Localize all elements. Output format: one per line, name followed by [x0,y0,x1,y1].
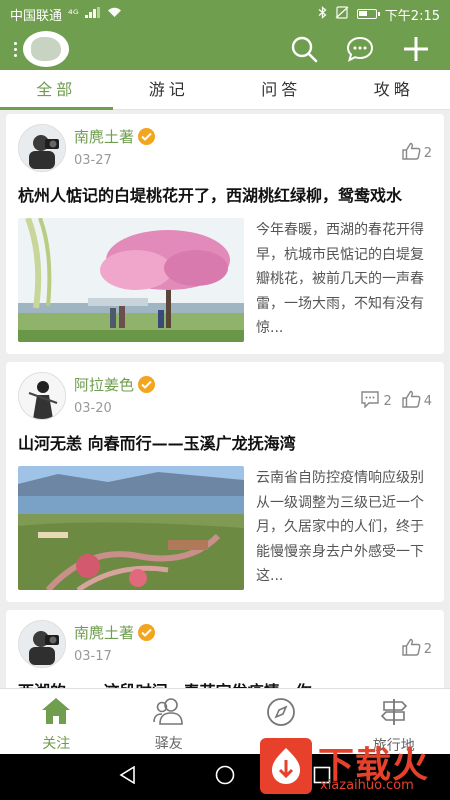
signpost-icon [379,697,409,731]
home-icon [41,697,71,729]
nav-friends[interactable]: 驿友 [113,689,226,754]
post-feed[interactable]: 南麂土著 03-27 2 杭州人惦记的白堤桃花开了，西湖桃红绿柳，鸳鸯戏水 今年… [0,110,450,688]
menu-dots-icon[interactable] [14,41,17,57]
post-date: 03-20 [74,401,112,416]
post-date: 03-17 [74,649,112,664]
watermark-url: xiazaihuo.com [320,778,414,793]
tab-all[interactable]: 全部 [0,70,113,110]
author-name[interactable]: 阿拉姜色 [74,374,134,395]
compass-icon [266,697,296,731]
nav-follow[interactable]: 关注 [0,689,113,754]
author-name[interactable]: 南麂土著 [74,622,134,643]
watermark-logo-icon [260,738,312,794]
friends-icon [152,697,185,729]
comment-icon [360,390,380,412]
post-excerpt: 今年春暖，西湖的春花开得早，杭城市民惦记的白堤复瓣桃花，被前几天的一声春雷，一场… [256,222,424,336]
tab-qa[interactable]: 问答 [225,70,338,109]
category-tabs: 全部 游记 问答 攻略 [0,70,450,110]
like-button[interactable]: 2 [402,638,432,660]
status-bar: 中国联通 ⁴ᴳ 下午2:15 [0,0,450,28]
network-type-icon: ⁴ᴳ [68,7,79,21]
app-bar [0,28,450,70]
post-date: 03-27 [74,153,112,168]
post-title[interactable]: 山河无恙 向春而行——玉溪广龙抚海湾 [18,432,432,456]
comment-count: 2 [383,393,392,409]
post-card[interactable]: 南麂土著 03-27 2 杭州人惦记的白堤桃花开了，西湖桃红绿柳，鸳鸯戏水 今年… [6,114,444,354]
author-name[interactable]: 南麂土著 [74,126,134,147]
tab-guide[interactable]: 攻略 [338,70,450,109]
tab-travelogue[interactable]: 游记 [113,70,226,109]
author-avatar[interactable] [18,124,66,172]
signal-icon [84,7,101,21]
post-thumbnail[interactable] [18,466,244,590]
home-button-icon[interactable] [215,765,235,789]
verified-icon [138,624,156,641]
author-avatar[interactable] [18,620,66,668]
back-icon[interactable] [119,765,137,788]
thumbs-up-icon [402,142,421,164]
mute-icon [335,6,349,22]
carrier-label: 中国联通 [10,8,63,24]
post-excerpt: 云南省自防控疫情响应级别从一级调整为三级已近一个月，久居家中的人们，终于能慢慢亲… [256,470,424,584]
like-count: 2 [423,145,432,161]
author-avatar[interactable] [18,372,66,420]
verified-icon [138,376,156,393]
nav-label: 驿友 [154,736,183,752]
thumbs-up-icon [402,390,421,412]
like-button[interactable]: 4 [402,390,432,412]
comment-button[interactable]: 2 [360,390,392,412]
verified-icon [138,128,156,145]
post-title[interactable]: 西湖的…… 这段时间，春花完发疫情，你 [18,680,432,688]
like-button[interactable]: 2 [402,142,432,164]
post-thumbnail[interactable] [18,218,244,342]
profile-avatar[interactable] [23,31,69,67]
battery-icon [356,9,380,19]
clock: 下午2:15 [384,8,440,24]
thumbs-up-icon [402,638,421,660]
add-post-icon[interactable] [396,29,436,69]
nav-label: 关注 [42,736,71,752]
post-title[interactable]: 杭州人惦记的白堤桃花开了，西湖桃红绿柳，鸳鸯戏水 [18,184,432,208]
watermark: 下载火 xiazaihuo.com [260,738,442,796]
wifi-icon [107,7,122,21]
bluetooth-icon [318,6,327,22]
like-count: 4 [423,393,432,409]
like-count: 2 [423,641,432,657]
post-card[interactable]: 南麂土著 03-17 2 西湖的…… 这段时间，春花完发疫情，你 [6,610,444,688]
search-icon[interactable] [284,29,324,69]
post-card[interactable]: 阿拉姜色 03-20 2 4 山河无恙 向春而行——玉溪广龙抚海湾 云南省自防控… [6,362,444,602]
chat-icon[interactable] [340,29,380,69]
